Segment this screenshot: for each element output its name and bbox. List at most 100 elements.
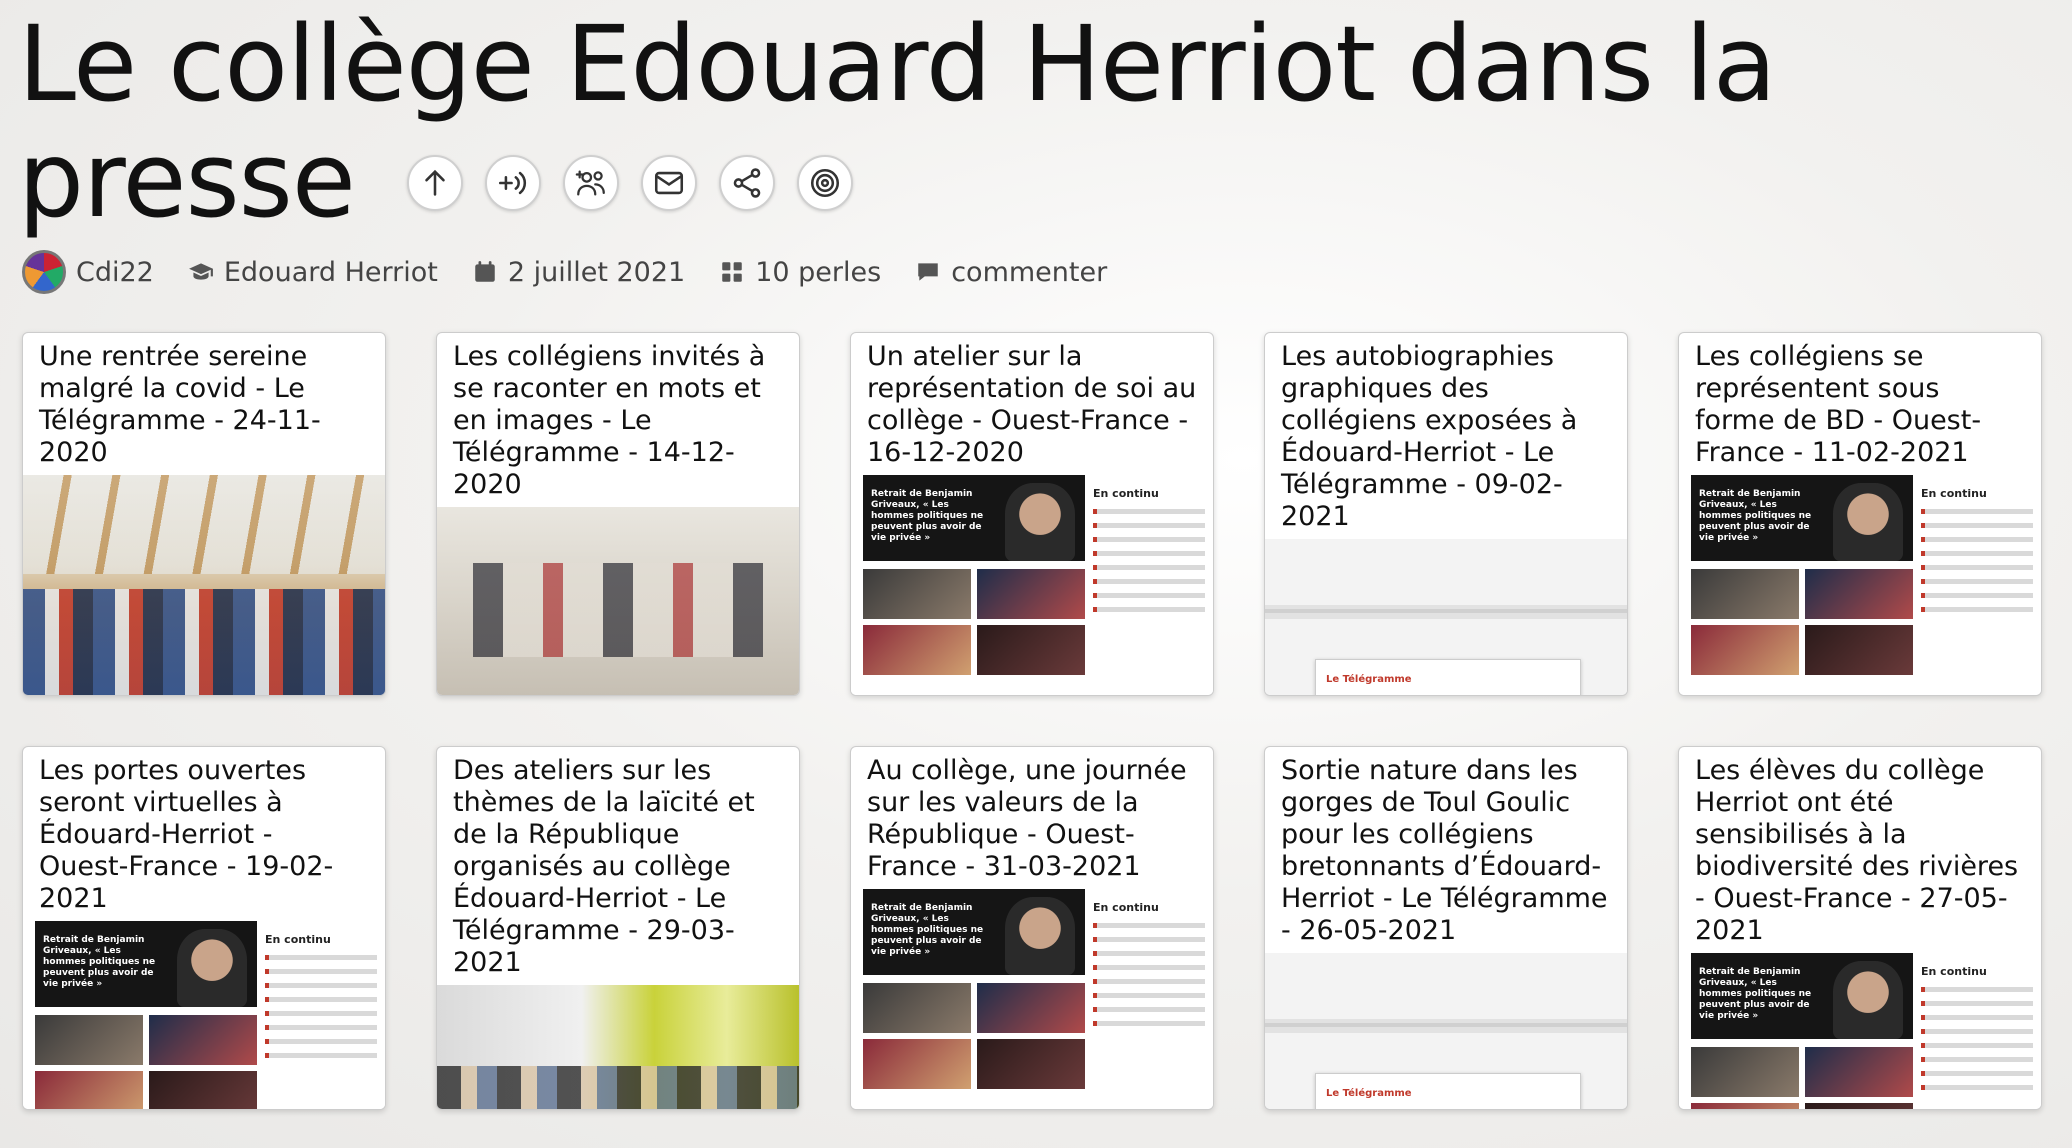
news-tile	[149, 1015, 257, 1065]
date-info: 2 juillet 2021	[472, 257, 685, 288]
news-tile	[1805, 625, 1913, 675]
pearl-card[interactable]: Une rentrée sereine malgré la covid - Le…	[22, 332, 386, 696]
news-sidebar: En continu	[1921, 965, 2033, 1090]
publish-date: 2 juillet 2021	[507, 256, 686, 288]
share-icon	[733, 168, 761, 198]
pearl-card-thumbnail[interactable]: Retrait de Benjamin Griveaux, « Les homm…	[851, 889, 1213, 1109]
news-line	[1921, 1029, 2033, 1034]
pearl-card-title[interactable]: Sortie nature dans les gorges de Toul Go…	[1265, 747, 1627, 953]
pearl-card[interactable]: Les collégiens se représentent sous form…	[1678, 332, 2042, 696]
pearl-card[interactable]: Au collège, une journée sur les valeurs …	[850, 746, 1214, 1110]
pearl-card[interactable]: Sortie nature dans les gorges de Toul Go…	[1264, 746, 1628, 1110]
plus-signal-icon	[498, 171, 526, 195]
pearl-card[interactable]: Les autobiographies graphiques des collé…	[1264, 332, 1628, 696]
email-button[interactable]	[640, 155, 697, 211]
pearl-card-thumbnail[interactable]: Retrait de Benjamin Griveaux, « Les homm…	[1679, 953, 2041, 1109]
news-tile	[863, 569, 971, 619]
pearl-card[interactable]: Un atelier sur la représentation de soi …	[850, 332, 1214, 696]
news-line	[1093, 993, 1205, 998]
meta-bar: Cdi22 Edouard Herriot 2 juillet 2021 10 …	[22, 248, 1107, 296]
pearl-card-thumbnail[interactable]: Le TélégrammeWe respect your privacy!	[1265, 953, 1627, 1109]
news-sidebar: En continu	[1093, 487, 1205, 612]
news-line	[1093, 937, 1205, 942]
news-hero-image: Retrait de Benjamin Griveaux, « Les homm…	[1691, 953, 1913, 1039]
pearl-card-title[interactable]: Des ateliers sur les thèmes de la laïcit…	[437, 747, 799, 985]
news-line	[265, 997, 377, 1002]
pearl-card-title[interactable]: Les portes ouvertes seront virtuelles à …	[23, 747, 385, 921]
target-button[interactable]	[796, 155, 853, 211]
pearl-card-thumbnail[interactable]: Le TélégrammeWe respect your privacy!	[1265, 539, 1627, 695]
pearl-count-text: 10 perles	[755, 256, 882, 288]
author-link[interactable]: Cdi22	[22, 250, 154, 294]
news-line	[1093, 523, 1205, 528]
news-line	[1921, 593, 2033, 598]
pearl-card[interactable]: Les collégiens invités à se raconter en …	[436, 332, 800, 696]
school-link[interactable]: Edouard Herriot	[188, 257, 438, 288]
news-tile	[35, 1071, 143, 1109]
news-line	[265, 983, 377, 988]
news-hero-image: Retrait de Benjamin Griveaux, « Les homm…	[863, 475, 1085, 561]
pearl-card-title[interactable]: Les collégiens se représentent sous form…	[1679, 333, 2041, 475]
news-hero-image: Retrait de Benjamin Griveaux, « Les homm…	[863, 889, 1085, 975]
news-hero-text: Retrait de Benjamin Griveaux, « Les homm…	[1699, 489, 1812, 543]
news-line	[1093, 593, 1205, 598]
news-tiles	[1691, 1047, 1913, 1109]
pearl-card-thumbnail[interactable]	[437, 507, 799, 695]
news-tiles	[35, 1015, 257, 1109]
news-hero-portrait	[1005, 483, 1075, 561]
news-line	[1921, 1071, 2033, 1076]
news-line	[265, 955, 377, 960]
news-tile	[1691, 1103, 1799, 1109]
pearl-card-thumbnail[interactable]: Retrait de Benjamin Griveaux, « Les homm…	[851, 475, 1213, 695]
arrow-up-icon	[425, 169, 445, 196]
comment-text: commenter	[951, 256, 1108, 288]
news-hero-text: Retrait de Benjamin Griveaux, « Les homm…	[871, 489, 984, 543]
news-line	[265, 969, 377, 974]
pearl-card-title[interactable]: Au collège, une journée sur les valeurs …	[851, 747, 1213, 889]
news-hero-image: Retrait de Benjamin Griveaux, « Les homm…	[1691, 475, 1913, 561]
comment-link[interactable]: commenter	[915, 257, 1107, 288]
share-button[interactable]	[718, 155, 775, 211]
news-line	[1093, 951, 1205, 956]
privacy-brand: Le Télégramme	[1326, 674, 1412, 685]
news-tile	[35, 1015, 143, 1065]
pearl-card[interactable]: Les portes ouvertes seront virtuelles à …	[22, 746, 386, 1110]
news-tile	[863, 983, 971, 1033]
pearl-card-thumbnail[interactable]: Retrait de Benjamin Griveaux, « Les homm…	[1679, 475, 2041, 695]
pearl-grid: Une rentrée sereine malgré la covid - Le…	[22, 332, 2042, 1110]
pearl-card-title[interactable]: Les collégiens invités à se raconter en …	[437, 333, 799, 507]
collaborate-button[interactable]	[562, 155, 619, 211]
pearl-card-thumbnail[interactable]: Retrait de Benjamin Griveaux, « Les homm…	[23, 921, 385, 1109]
news-tile	[149, 1071, 257, 1109]
pearl-card-thumbnail[interactable]	[437, 985, 799, 1109]
news-tile	[977, 569, 1085, 619]
news-line	[1921, 607, 2033, 612]
pearl-card-title[interactable]: Les élèves du collège Herriot ont été se…	[1679, 747, 2041, 953]
grid-icon	[722, 262, 742, 282]
pearl-card-thumbnail[interactable]	[23, 475, 385, 695]
page-title-line2: presse	[18, 119, 356, 241]
pearl-card-title[interactable]: Une rentrée sereine malgré la covid - Le…	[23, 333, 385, 475]
pearl-card[interactable]: Des ateliers sur les thèmes de la laïcit…	[436, 746, 800, 1110]
group-add-icon	[575, 170, 605, 196]
avatar	[22, 250, 66, 294]
news-hero-portrait	[1833, 961, 1903, 1039]
news-line	[265, 1011, 377, 1016]
news-line	[1093, 1021, 1205, 1026]
graduation-cap-icon	[188, 263, 213, 280]
calendar-icon	[475, 261, 495, 282]
news-hero-portrait	[1005, 897, 1075, 975]
pearl-card-title[interactable]: Un atelier sur la représentation de soi …	[851, 333, 1213, 475]
follow-button[interactable]	[484, 155, 541, 211]
news-line	[1093, 923, 1205, 928]
news-line	[1921, 1015, 2033, 1020]
scroll-top-button[interactable]	[406, 155, 463, 211]
news-tile	[1805, 1047, 1913, 1097]
news-line	[1093, 565, 1205, 570]
news-tile	[977, 625, 1085, 675]
comment-icon	[918, 263, 938, 281]
news-line	[265, 1025, 377, 1030]
pearl-card-title[interactable]: Les autobiographies graphiques des collé…	[1265, 333, 1627, 539]
news-hero-text: Retrait de Benjamin Griveaux, « Les homm…	[1699, 967, 1812, 1021]
pearl-card[interactable]: Les élèves du collège Herriot ont été se…	[1678, 746, 2042, 1110]
